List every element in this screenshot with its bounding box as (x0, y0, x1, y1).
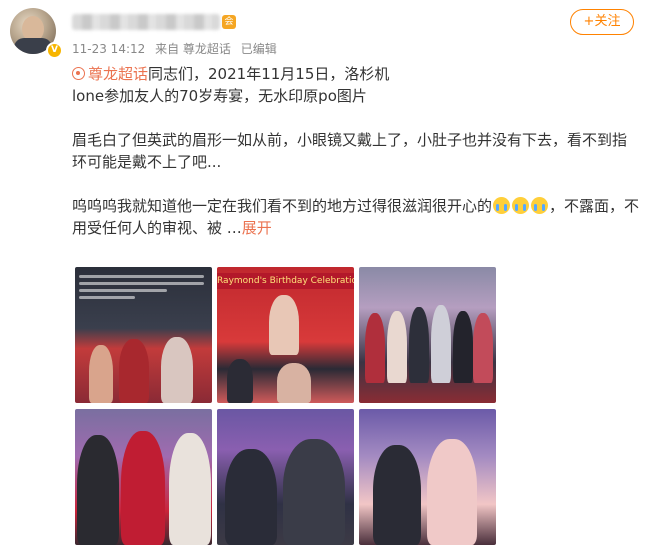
post-image-3[interactable] (359, 267, 496, 403)
topic-link[interactable]: 尊龙超话 (72, 65, 148, 83)
person-figure (161, 337, 193, 403)
person-figure (89, 345, 113, 403)
crying-emoji-icon (531, 197, 549, 214)
person-figure (387, 311, 407, 383)
person-figure (365, 313, 385, 383)
vip-icon: 会 (222, 15, 236, 29)
person-figure (283, 439, 345, 545)
birthday-banner: Raymond's Birthday Celebration (217, 273, 354, 289)
person-figure (431, 305, 451, 383)
post-paragraph-3: 呜呜呜我就知道他一定在我们看不到的地方过得很滋润很开心的 ，不露面，不用受任何人的… (72, 195, 640, 239)
person-figure (409, 307, 429, 383)
post-image-5[interactable] (217, 409, 354, 545)
person-figure (227, 359, 253, 403)
post-line-2: lone参加友人的70岁寿宴，无水印原po图片 (72, 87, 367, 105)
person-figure (269, 295, 299, 355)
verified-badge-icon: V (46, 42, 63, 59)
person-figure (119, 339, 149, 403)
person-figure (427, 439, 477, 545)
image-grid: Raymond's Birthday Celebration (75, 267, 496, 547)
person-figure (169, 433, 211, 545)
post-line-1-text: 同志们，2021年11月15日，洛杉机 (148, 65, 390, 83)
expand-link[interactable]: 展开 (242, 219, 272, 237)
person-figure (277, 363, 311, 403)
person-figure (473, 313, 493, 383)
person-figure (77, 435, 119, 545)
post-image-4[interactable] (75, 409, 212, 545)
person-figure (121, 431, 165, 545)
post-meta: 11-23 14:12 来自 尊龙超话 已编辑 (72, 40, 283, 57)
topic-icon (72, 67, 85, 80)
post-image-1[interactable] (75, 267, 212, 403)
crying-emoji-icon (493, 197, 511, 214)
post-image-6[interactable] (359, 409, 496, 545)
topic-label: 尊龙超话 (88, 65, 149, 83)
person-figure (373, 445, 421, 545)
crying-emoji-icon (512, 197, 530, 214)
post-header: V 会 11-23 14:12 来自 尊龙超话 已编辑 +关注 (0, 0, 650, 62)
post-image-2[interactable]: Raymond's Birthday Celebration (217, 267, 354, 403)
post-source[interactable]: 来自 尊龙超话 (155, 42, 231, 56)
screenshot-text-lines (79, 271, 204, 317)
post-paragraph-3-a: 呜呜呜我就知道他一定在我们看不到的地方过得很滋润很开心的 (72, 197, 493, 215)
post-paragraph-2: 眉毛白了但英武的眉形一如从前，小眼镜又戴上了，小肚子也并没有下去，看不到指环可能… (72, 131, 628, 171)
post-time[interactable]: 11-23 14:12 (72, 42, 145, 56)
post-line-1: 尊龙超话同志们，2021年11月15日，洛杉机 (72, 63, 640, 85)
edited-label[interactable]: 已编辑 (241, 42, 277, 56)
follow-button[interactable]: +关注 (570, 9, 634, 35)
person-figure (225, 449, 277, 545)
username-blurred[interactable] (72, 14, 220, 30)
post-content: 尊龙超话同志们，2021年11月15日，洛杉机 lone参加友人的70岁寿宴，无… (72, 63, 640, 239)
person-figure (453, 311, 473, 383)
